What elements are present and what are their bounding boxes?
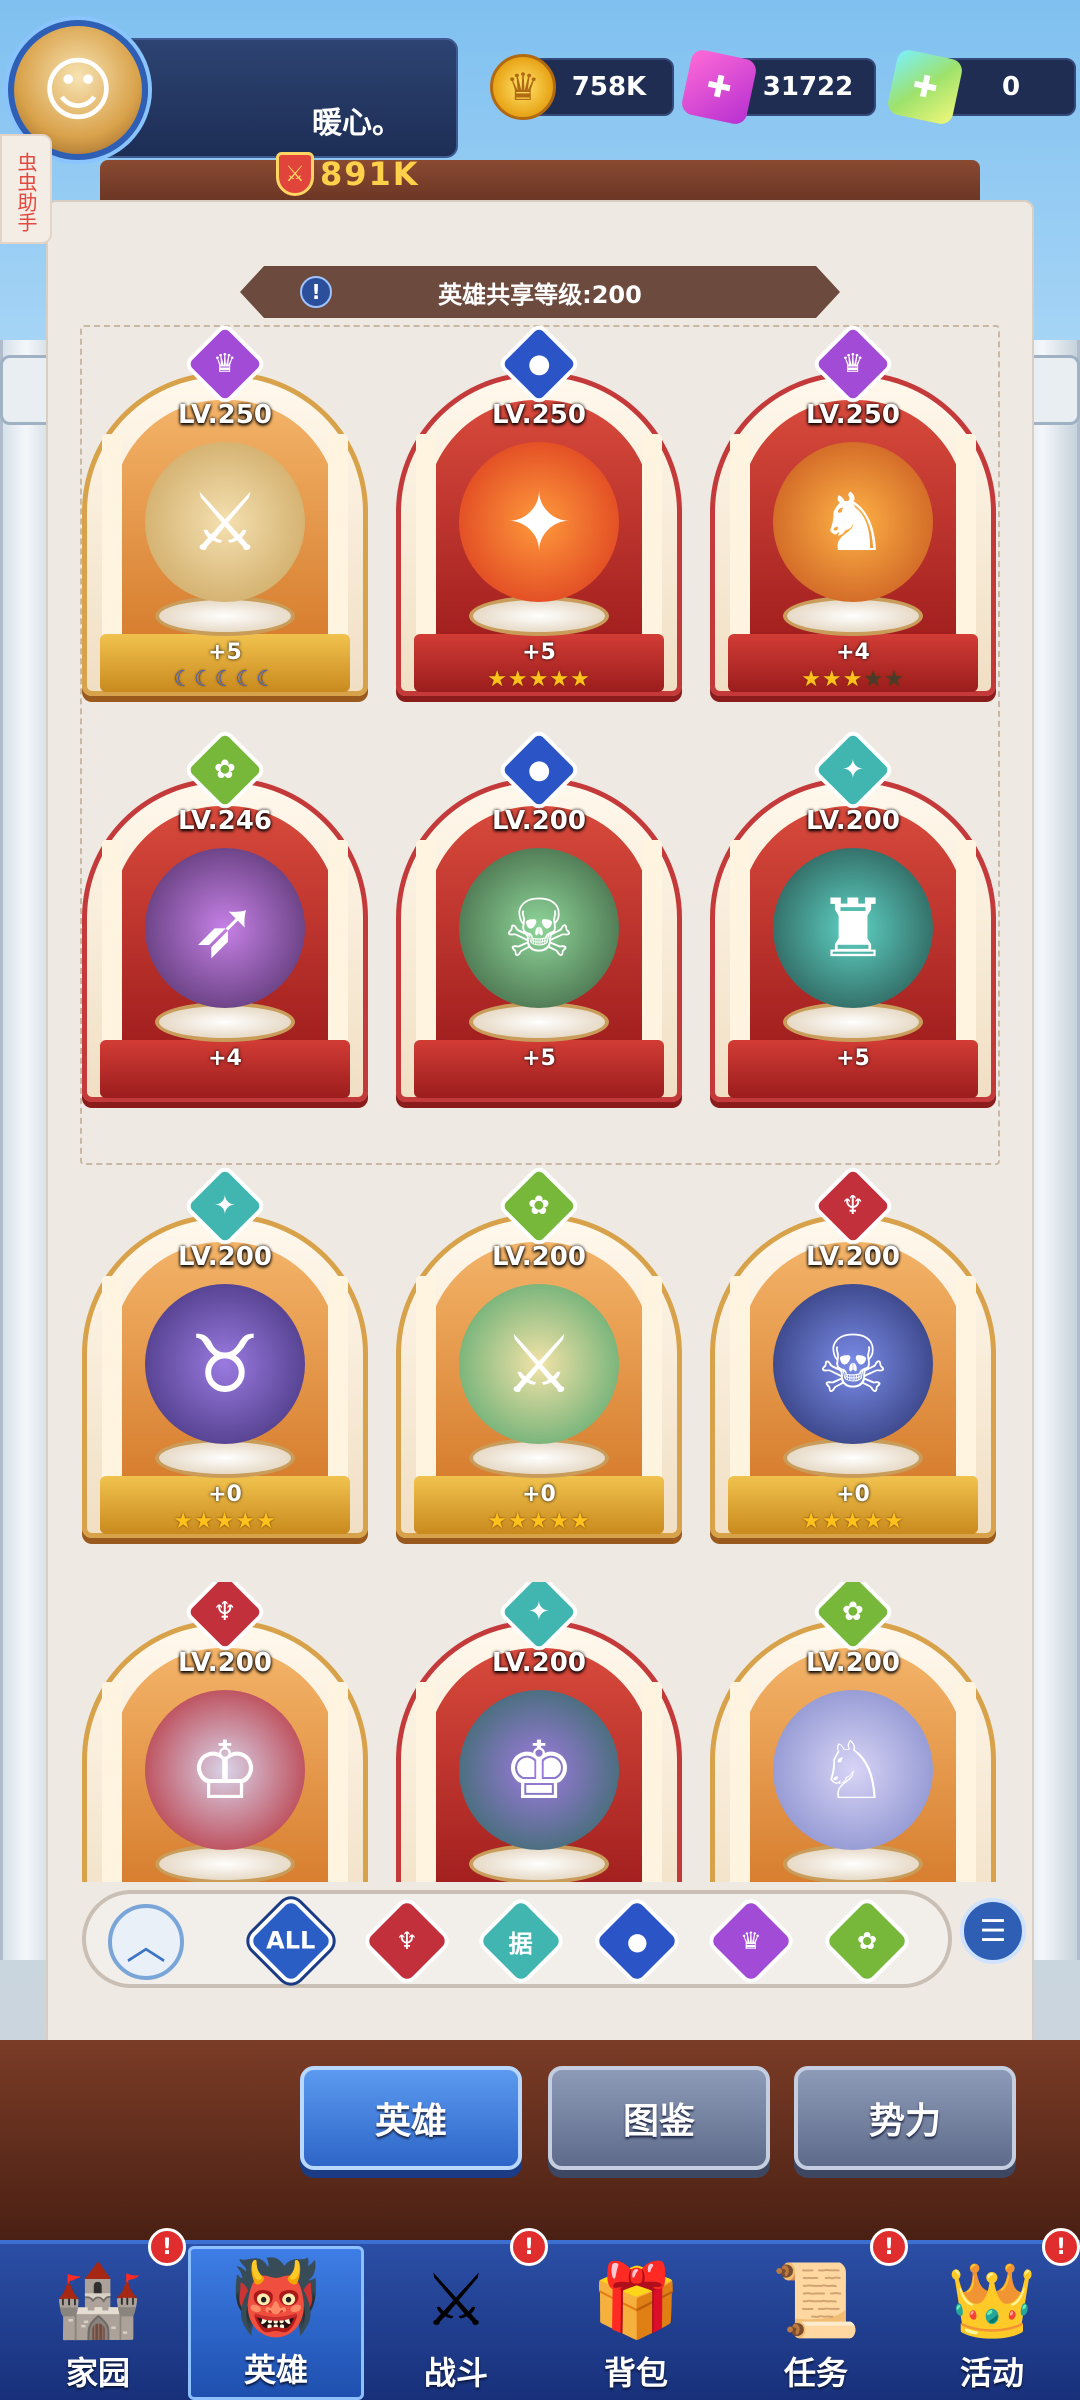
hero-portrait: ⚔ <box>145 442 305 602</box>
rainbow-crystal-plus-icon: ✚ <box>885 47 965 127</box>
hero-stars: ★★★★★ <box>801 1509 905 1534</box>
hero-card[interactable]: ♉ ✦ LV.200 +0 ★★★★★ <box>82 1163 368 1546</box>
hero-level: LV.200 <box>492 1648 586 1678</box>
hero-stars: ★★★★★ <box>487 667 591 692</box>
nav-battle[interactable]: ⚔ 战斗 <box>368 2246 544 2400</box>
hero-level: LV.200 <box>806 806 900 836</box>
hero-portrait: ♞ <box>773 442 933 602</box>
nav-home[interactable]: 🏰 家园 <box>10 2246 186 2400</box>
hero-level: LV.200 <box>178 1242 272 1272</box>
hero-card[interactable]: ➶ ✿ LV.246 +4 <box>82 727 368 1110</box>
pedestal <box>469 1438 609 1478</box>
battle-alert-badge: ! <box>510 2228 548 2266</box>
gem-counter[interactable]: ✚ 31722 <box>679 47 876 127</box>
castle-icon: 🏰 <box>53 2257 143 2342</box>
power-row: ⚔ 891K <box>276 152 420 196</box>
treasure-chest-icon: 🎁 <box>591 2257 681 2342</box>
hero-level: LV.250 <box>178 400 272 430</box>
hero-level: LV.200 <box>806 1648 900 1678</box>
hero-stars: ★★★★★ <box>801 667 905 692</box>
nav-tasks[interactable]: 📜 任务 <box>728 2246 904 2400</box>
tasks-alert-badge: ! <box>870 2228 908 2266</box>
sort-icon[interactable]: ☰ <box>960 1898 1026 1964</box>
hero-plus: +5 <box>208 640 242 665</box>
crown-icon: 👑 <box>947 2257 1037 2342</box>
home-alert-badge: ! <box>148 2228 186 2266</box>
hero-card[interactable]: ♚ ✦ LV.200 <box>396 1582 682 1882</box>
tab-codex[interactable]: 图鉴 <box>548 2066 770 2170</box>
hero-portrait: ➶ <box>145 848 305 1008</box>
hero-portrait: ✦ <box>459 442 619 602</box>
pedestal <box>469 596 609 636</box>
helper-side-tag[interactable]: 虫虫助手 <box>0 134 52 244</box>
hero-portrait: ♉ <box>145 1284 305 1444</box>
crossed-swords-icon: ⚔ <box>423 2258 489 2342</box>
hero-card[interactable]: ♞ ♛ LV.250 +4 ★★★★★ <box>710 321 996 704</box>
hero-portrait: ♔ <box>145 1690 305 1850</box>
hero-portrait: ♚ <box>459 1690 619 1850</box>
pedestal <box>155 1002 295 1042</box>
nav-heroes[interactable]: 👹 英雄 <box>188 2246 364 2400</box>
gold-counter[interactable]: ♛ 758K <box>490 54 674 120</box>
hero-portrait: ♘ <box>773 1690 933 1850</box>
hero-level: LV.200 <box>492 806 586 836</box>
hero-level: LV.250 <box>806 400 900 430</box>
hero-level: LV.200 <box>492 1242 586 1272</box>
hero-helmet-icon: 👹 <box>231 2254 321 2339</box>
hero-plus: +5 <box>836 1046 870 1071</box>
events-alert-badge: ! <box>1042 2228 1080 2266</box>
pedestal <box>155 1438 295 1478</box>
hero-level: LV.250 <box>492 400 586 430</box>
pedestal <box>783 1438 923 1478</box>
tab-heroes[interactable]: 英雄 <box>300 2066 522 2170</box>
hero-card[interactable]: ♘ ✿ LV.200 <box>710 1582 996 1882</box>
info-icon[interactable]: ! <box>300 276 332 308</box>
scroll-up-icon[interactable]: ︿ <box>108 1904 184 1980</box>
hero-moons: ☾☾☾☾☾ <box>173 667 277 692</box>
pedestal <box>155 596 295 636</box>
scroll-icon: 📜 <box>771 2257 861 2342</box>
hero-plus: +0 <box>208 1482 242 1507</box>
purple-gem-plus-icon: ✚ <box>679 47 759 127</box>
hero-plus: +4 <box>208 1046 242 1071</box>
hero-portrait: ☠ <box>773 1284 933 1444</box>
tab-factions[interactable]: 势力 <box>794 2066 1016 2170</box>
hero-card[interactable]: ✦ ● LV.250 +5 ★★★★★ <box>396 321 682 704</box>
pedestal <box>469 1002 609 1042</box>
combat-power-icon: ⚔ <box>276 152 314 196</box>
pedestal <box>783 596 923 636</box>
nav-events[interactable]: 👑 活动 <box>904 2246 1080 2400</box>
hero-card[interactable]: ☠ ♆ LV.200 +0 ★★★★★ <box>710 1163 996 1546</box>
pedestal <box>783 1002 923 1042</box>
hero-card[interactable]: ♜ ✦ LV.200 +5 <box>710 727 996 1110</box>
hero-card[interactable]: ⚔ ♛ LV.250 +5 ☾☾☾☾☾ <box>82 321 368 704</box>
hero-plus: +0 <box>522 1482 556 1507</box>
gold-coin-icon: ♛ <box>490 54 556 120</box>
hero-level: LV.200 <box>806 1242 900 1272</box>
combat-power-value: 891K <box>320 155 420 193</box>
hero-portrait: ♜ <box>773 848 933 1008</box>
nav-bag[interactable]: 🎁 背包 <box>548 2246 724 2400</box>
hero-stars: ★★★★★ <box>487 1509 591 1534</box>
hero-plus: +0 <box>836 1482 870 1507</box>
hero-card[interactable]: ☠ ● LV.200 +5 <box>396 727 682 1110</box>
crystal-counter[interactable]: ✚ 0 <box>885 47 1076 127</box>
hero-plus: +5 <box>522 640 556 665</box>
hero-portrait: ⚔ <box>459 1284 619 1444</box>
hero-plus: +4 <box>836 640 870 665</box>
hero-portrait: ☠ <box>459 848 619 1008</box>
hero-card[interactable]: ♔ ♆ LV.200 <box>82 1582 368 1882</box>
hero-card[interactable]: ⚔ ✿ LV.200 +0 ★★★★★ <box>396 1163 682 1546</box>
hero-plus: +5 <box>522 1046 556 1071</box>
hero-level: LV.246 <box>178 806 272 836</box>
player-name: 暖心。 <box>312 106 402 141</box>
hero-stars: ★★★★★ <box>173 1509 277 1534</box>
hero-level: LV.200 <box>178 1648 272 1678</box>
